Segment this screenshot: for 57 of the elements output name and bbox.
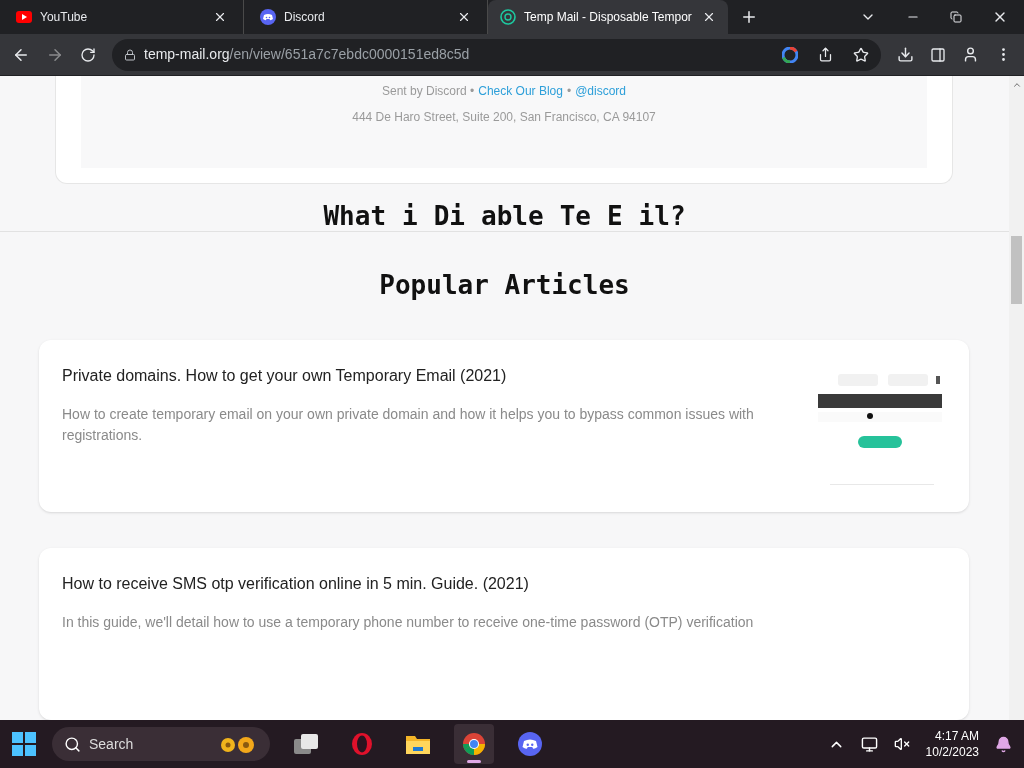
postal-address: 444 De Haro Street, Suite 200, San Francisco, CA 94107: [352, 109, 656, 126]
tab-title: Temp Mail - Disposable Tempor: [524, 9, 693, 26]
side-panel-icon[interactable]: [930, 46, 946, 63]
scrollbar-thumb[interactable]: [1011, 236, 1022, 304]
close-icon[interactable]: [457, 10, 471, 24]
tab-title: Discord: [284, 9, 326, 26]
scroll-up-icon[interactable]: [1011, 80, 1022, 90]
article-title[interactable]: Private domains. How to get your own Temporary Email (2021): [62, 364, 794, 388]
close-icon[interactable]: [702, 10, 716, 24]
ring-logo-icon: [350, 732, 374, 756]
taskbar-app[interactable]: [454, 724, 494, 764]
tab-title: YouTube: [40, 9, 89, 26]
scrollbar[interactable]: [1009, 76, 1024, 720]
address-bar[interactable]: temp-mail.org/en/view/651a7c7ebdc0000151ed8c5d: [112, 38, 881, 71]
folder-icon: [405, 733, 431, 755]
heading-fragment: il?: [638, 200, 686, 231]
reload-icon[interactable]: [80, 46, 96, 63]
search-placeholder: Search: [89, 734, 135, 754]
play-logo-icon: [16, 11, 32, 23]
restore-icon[interactable]: [950, 11, 962, 23]
game-controller-logo-icon: [518, 732, 542, 756]
notification-bell-icon[interactable]: [995, 735, 1012, 753]
lock-icon: [124, 48, 136, 61]
article-card[interactable]: Private domains. How to get your own Temporary Email (2021) How to create temporary email on your own private domain and how it helps you to bypass common issues with registrations.: [39, 340, 969, 512]
close-icon[interactable]: [213, 10, 227, 24]
heading-fragment: Te: [559, 200, 591, 231]
browser-logo-icon: [462, 732, 486, 756]
share-icon[interactable]: [818, 47, 833, 62]
heading-fragment: E: [606, 200, 623, 231]
windows-logo-icon[interactable]: [12, 732, 36, 756]
profile-icon[interactable]: [962, 46, 979, 63]
separator-dot: •: [566, 83, 572, 100]
search-field[interactable]: Search: [52, 727, 270, 761]
monitor-icon[interactable]: [860, 735, 878, 753]
heading-fragment: Di: [433, 200, 465, 231]
game-controller-logo-icon: [260, 9, 276, 25]
article-description: In this guide, we'll detail how to use a temporary phone number to receive one-time password (OTP) verification: [62, 613, 755, 632]
browser-tab[interactable]: Temp Mail - Disposable Tempor: [488, 0, 728, 34]
g-logo-icon[interactable]: [782, 46, 798, 63]
article-card[interactable]: How to receive SMS otp verification online in 5 min. Guide. (2021) In this guide, we'll detail how to use a temporary phone number to receive one-time password (OTP) verification: [39, 548, 969, 720]
stacked-windows-icon: [293, 733, 319, 755]
ring-logo-icon: [500, 9, 516, 25]
clock-date[interactable]: 10/2/2023: [925, 744, 979, 760]
new-tab-icon[interactable]: [740, 8, 758, 26]
clock-time[interactable]: 4:17 AM: [934, 728, 979, 744]
heading-fragment: able: [481, 200, 544, 231]
article-description: How to create temporary email on your own private domain and how it helps you to bypass common issues with registrations.: [62, 405, 755, 445]
download-icon[interactable]: [897, 46, 914, 63]
search-icon: [64, 735, 81, 753]
sender-text: Sent by Discord •: [382, 83, 475, 100]
heading-fragment: What: [323, 200, 387, 231]
section-heading: Popular Articles: [379, 269, 630, 303]
bookmark-star-icon[interactable]: [853, 46, 869, 63]
heading-fragment: i: [402, 200, 418, 231]
url-text: temp-mail.org/en/view/651a7c7ebdc0000151ed8c5d: [144, 45, 471, 64]
article-title[interactable]: How to receive SMS otp verification online in 5 min. Guide. (2021): [62, 572, 946, 596]
muted-speaker-icon[interactable]: [893, 736, 910, 752]
